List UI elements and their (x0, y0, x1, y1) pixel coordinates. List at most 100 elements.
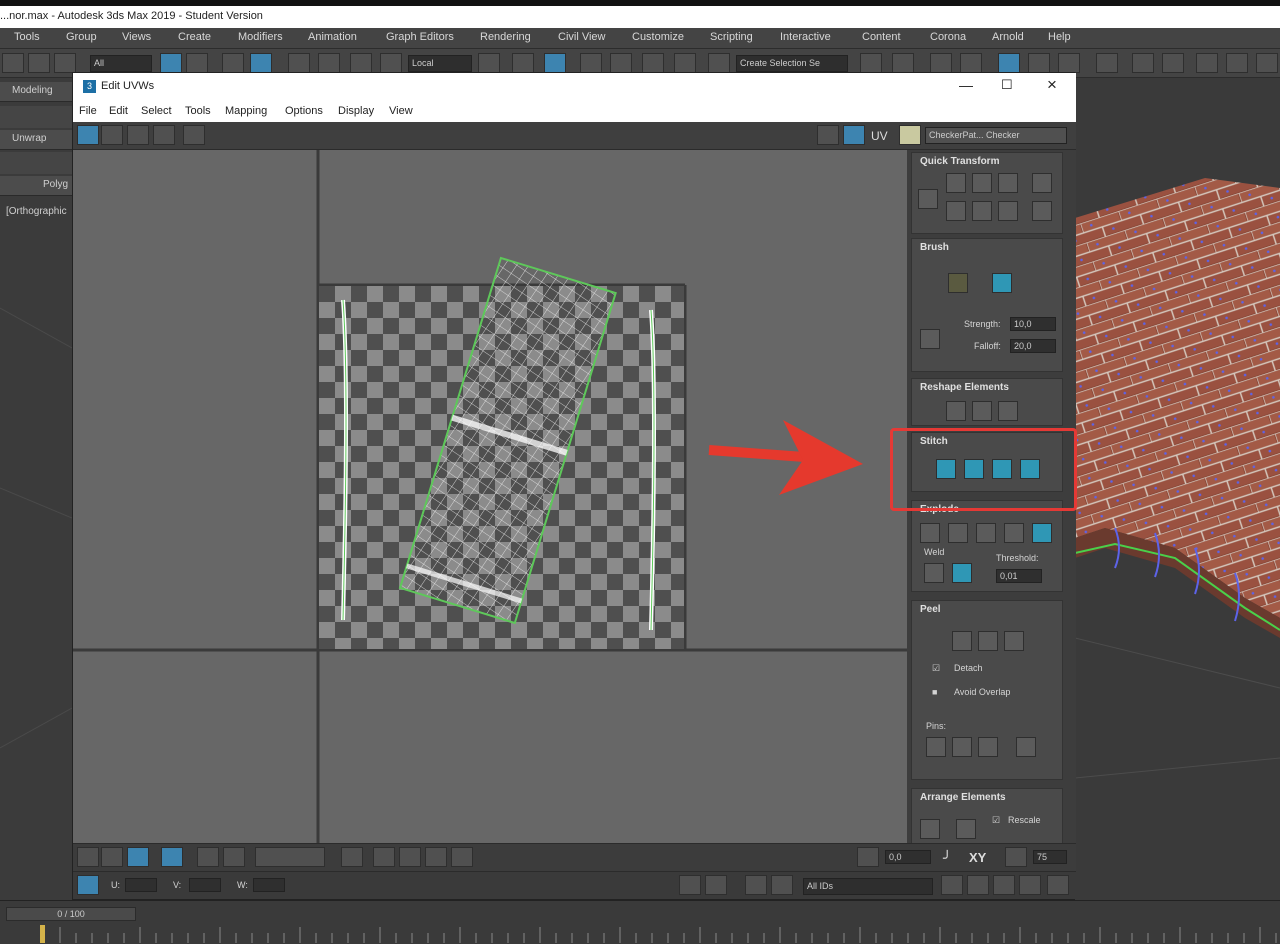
v-spinner[interactable] (189, 878, 221, 892)
selection-filter-select[interactable]: All (90, 55, 152, 72)
perspective-viewport[interactable] (1075, 78, 1280, 908)
tab-polygon[interactable]: Polyg (0, 176, 72, 196)
checker-map-icon[interactable] (899, 125, 921, 145)
select-object-icon[interactable] (160, 53, 182, 73)
schematic-view-icon[interactable] (1058, 53, 1080, 73)
relax-brush-icon[interactable] (992, 273, 1012, 293)
rotate-angle-icon[interactable] (857, 847, 879, 867)
percent-snap-icon[interactable] (642, 53, 664, 73)
uv-menu-display[interactable]: Display (338, 105, 374, 117)
menu-group[interactable]: Group (66, 31, 97, 43)
zoom-icon[interactable] (1005, 847, 1027, 867)
u-spinner[interactable] (125, 878, 157, 892)
soft-selection-icon[interactable]: ╯ (943, 850, 951, 867)
visibility-icon[interactable] (745, 875, 767, 895)
mirror-icon[interactable] (860, 53, 882, 73)
pack-normalize-icon[interactable] (956, 819, 976, 839)
reference-coord-select[interactable]: Local (408, 55, 472, 72)
rollout-title[interactable]: Reshape Elements (920, 382, 1009, 393)
zoom-region-icon[interactable] (993, 875, 1015, 895)
lock-icon[interactable] (679, 875, 701, 895)
peel-mode-icon[interactable] (978, 631, 998, 651)
rotate-angle-spinner[interactable]: 0,0 (885, 850, 931, 864)
relax-icon[interactable] (998, 401, 1018, 421)
move-icon[interactable] (288, 53, 310, 73)
bind-spacewarp-icon[interactable] (54, 53, 76, 73)
close-button[interactable]: × (1047, 75, 1057, 95)
menu-animation[interactable]: Animation (308, 31, 357, 43)
space-vertical-icon[interactable] (972, 173, 992, 193)
zoom-search-icon[interactable] (967, 875, 989, 895)
menu-graph-editors[interactable]: Graph Editors (386, 31, 454, 43)
loop-ring-icons[interactable] (255, 847, 325, 867)
quick-peel-icon[interactable] (952, 631, 972, 651)
detach-checkbox[interactable]: ☑ (932, 663, 940, 674)
menu-scripting[interactable]: Scripting (710, 31, 753, 43)
angle-snap-icon[interactable] (610, 53, 632, 73)
scene-explorer-icon[interactable] (930, 53, 952, 73)
uv-xy-toggle[interactable]: XY (969, 850, 986, 865)
rollout-title[interactable]: Arrange Elements (920, 792, 1006, 803)
uv-menu-file[interactable]: File (79, 105, 97, 117)
select-overlap-icon[interactable] (373, 847, 395, 867)
rendered-frame-icon[interactable] (1162, 53, 1184, 73)
menu-help[interactable]: Help (1048, 31, 1071, 43)
unpin-icon[interactable] (952, 737, 972, 757)
rect-selection-icon[interactable] (222, 53, 244, 73)
grow-selection-icon[interactable] (197, 847, 219, 867)
tab-unwrap[interactable]: Unwrap (0, 130, 72, 150)
unlink-icon[interactable] (28, 53, 50, 73)
render-activeshade-icon[interactable] (1256, 53, 1278, 73)
w-spinner[interactable] (253, 878, 285, 892)
set-pivot-icon[interactable] (918, 189, 938, 209)
paint-select-icon[interactable] (399, 847, 421, 867)
scale-icon[interactable] (350, 53, 372, 73)
rollout-title[interactable]: Brush (920, 242, 949, 253)
checker-pattern-select[interactable]: CheckerPat... Checker (925, 127, 1067, 144)
menu-modifiers[interactable]: Modifiers (238, 31, 283, 43)
uv-menu-options[interactable]: Options (285, 105, 323, 117)
render-production-icon[interactable] (1196, 53, 1218, 73)
straighten-selection-icon[interactable] (946, 401, 966, 421)
layer-explorer-icon[interactable] (960, 53, 982, 73)
detach-edge-icon[interactable] (948, 523, 968, 543)
menu-corona[interactable]: Corona (930, 31, 966, 43)
uv-move-icon[interactable] (77, 125, 99, 145)
warning-icon[interactable] (705, 875, 727, 895)
pack-custom-icon[interactable] (920, 819, 940, 839)
uv-editor-canvas[interactable] (73, 150, 907, 843)
uv-freeform-icon[interactable] (153, 125, 175, 145)
menu-create[interactable]: Create (178, 31, 211, 43)
keyboard-shortcut-icon[interactable] (544, 53, 566, 73)
window-crossing-icon[interactable] (250, 53, 272, 73)
pivot-icon[interactable] (478, 53, 500, 73)
show-map-icon[interactable] (817, 125, 839, 145)
zoom-extents-icon[interactable] (1019, 875, 1041, 895)
auto-pin-icon[interactable] (978, 737, 998, 757)
timeline[interactable]: 0 / 100 (0, 900, 1280, 943)
uv-menu-edit[interactable]: Edit (109, 105, 128, 117)
manipulate-icon[interactable] (512, 53, 534, 73)
menu-content[interactable]: Content (862, 31, 901, 43)
minimize-button[interactable]: — (959, 77, 973, 93)
pin-selected-icon[interactable] (926, 737, 946, 757)
relax-until-flat-icon[interactable] (972, 401, 992, 421)
material-id-select[interactable]: All IDs (803, 878, 933, 895)
zoom-spinner[interactable]: 75 (1033, 850, 1067, 864)
polygon-mode-icon[interactable] (127, 847, 149, 867)
uv-axis-label[interactable]: UV (871, 129, 888, 143)
avoid-overlap-checkbox[interactable]: ■ (932, 687, 937, 697)
maximize-button[interactable]: ☐ (1001, 77, 1013, 93)
uv-menu-select[interactable]: Select (141, 105, 172, 117)
uv-menu-mapping[interactable]: Mapping (225, 105, 267, 117)
render-iterative-icon[interactable] (1226, 53, 1248, 73)
absolute-offset-icon[interactable] (77, 875, 99, 895)
uv-menu-tools[interactable]: Tools (185, 105, 211, 117)
straighten-icon[interactable] (972, 201, 992, 221)
element-mode-icon[interactable] (161, 847, 183, 867)
tab-modeling[interactable]: Modeling (0, 82, 72, 102)
snaps-toggle-icon[interactable] (580, 53, 602, 73)
weld-selected-icon[interactable] (952, 563, 972, 583)
rollout-title[interactable]: Quick Transform (920, 156, 999, 167)
menu-civil-view[interactable]: Civil View (558, 31, 605, 43)
